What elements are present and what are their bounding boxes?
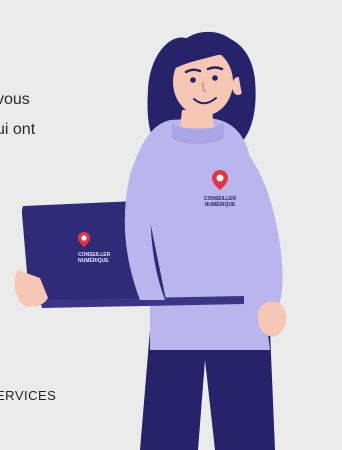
conseiller-illustration: CONSEILLER NUMÉRIQUE CONSEILLER NUMÉRIQU… bbox=[14, 31, 287, 450]
left-eye bbox=[190, 77, 196, 83]
laptop-logo-line2: NUMÉRIQUE bbox=[78, 256, 109, 264]
footer-services-text: ERVICES bbox=[0, 388, 57, 403]
slide-area: vous ui ont CONSEILLER NUMÉRIQUE CONSEIL… bbox=[0, 0, 342, 450]
right-eye bbox=[212, 75, 218, 81]
sweater-logo-line2: NUMÉRIQUE bbox=[205, 200, 236, 208]
